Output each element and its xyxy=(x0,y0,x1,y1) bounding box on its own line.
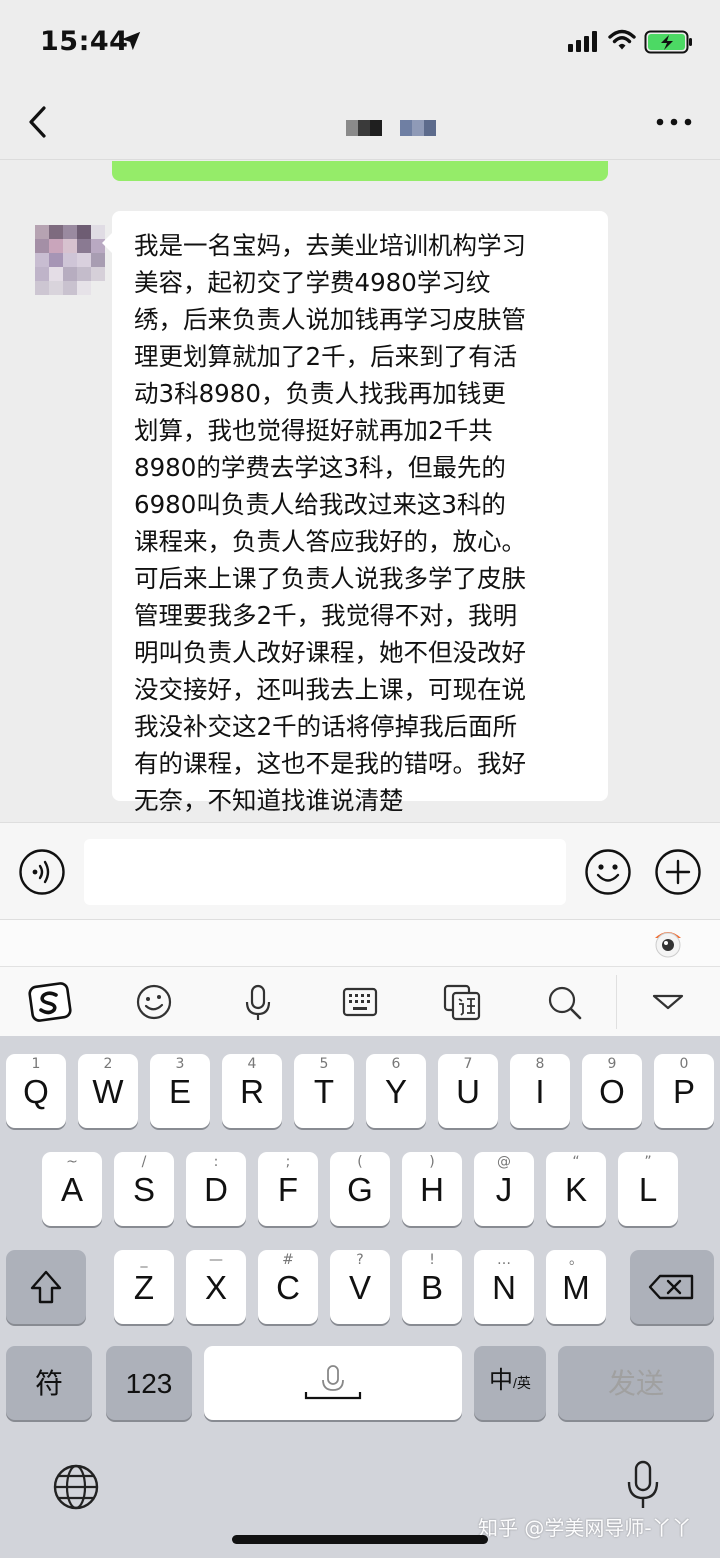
collapse-keyboard-icon[interactable] xyxy=(646,980,690,1024)
location-arrow-icon xyxy=(121,31,141,51)
symbols-key[interactable]: 符 xyxy=(6,1346,92,1420)
message-line: 绣，后来负责人说加钱再学习皮肤管 xyxy=(134,305,526,334)
key-g[interactable]: (G xyxy=(330,1152,390,1226)
key-v[interactable]: ? V xyxy=(330,1250,390,1324)
space-key[interactable] xyxy=(204,1346,462,1420)
space-mic-icon xyxy=(304,1365,362,1400)
keyboard-switch-icon[interactable] xyxy=(338,980,382,1024)
emoji-icon[interactable] xyxy=(584,848,632,896)
key-b[interactable]: ! B xyxy=(402,1250,462,1324)
message-line: 6980叫负责人给我改过来这3科的 xyxy=(134,490,506,519)
message-line: 划算，我也觉得挺好就再加2千共 xyxy=(134,416,493,445)
key-r[interactable]: 4R xyxy=(222,1054,282,1128)
ime-suggestion-strip xyxy=(0,920,720,966)
search-icon[interactable] xyxy=(542,980,586,1024)
message-line: 课程来，负责人答应我好的，放心。 xyxy=(134,527,526,556)
message-text-input[interactable] xyxy=(84,839,566,905)
received-message-bubble[interactable]: 我是一名宝妈，去美业培训机构学习 美容，起初交了学费4980学习纹 绣，后来负责… xyxy=(102,211,608,815)
delete-key[interactable] xyxy=(630,1250,714,1324)
emoji-face-icon[interactable] xyxy=(132,980,176,1024)
key-u[interactable]: 7U xyxy=(438,1054,498,1128)
more-options-icon[interactable] xyxy=(654,110,694,134)
message-line: 8980的学费去学这3科，但最先的 xyxy=(134,453,506,482)
translate-icon[interactable] xyxy=(440,980,484,1024)
microphone-icon[interactable] xyxy=(236,980,280,1024)
message-line: 我是一名宝妈，去美业培训机构学习 xyxy=(134,231,526,260)
key-t[interactable]: 5T xyxy=(294,1054,354,1128)
chat-message-list[interactable]: 我是一名宝妈，去美业培训机构学习 美容，起初交了学费4980学习纹 绣，后来负责… xyxy=(0,161,720,821)
key-z[interactable]: _ Z xyxy=(114,1250,174,1324)
key-m[interactable]: 。 M xyxy=(546,1250,606,1324)
key-k[interactable]: “K xyxy=(546,1152,606,1226)
ime-mascot-icon[interactable] xyxy=(650,924,686,960)
key-i[interactable]: 8I xyxy=(510,1054,570,1128)
shift-arrow-icon xyxy=(30,1270,62,1304)
message-line: 管理要我多2千，我觉得不对，我明 xyxy=(134,601,518,630)
zhihu-watermark: 知乎 @学美网导师-丫丫 xyxy=(478,1516,692,1540)
status-time: 15:44 xyxy=(40,26,129,57)
back-chevron-icon[interactable] xyxy=(24,104,54,140)
message-line: 无奈，不知道找谁说清楚 xyxy=(134,786,404,815)
key-c[interactable]: # C xyxy=(258,1250,318,1324)
cellular-signal-icon xyxy=(568,30,597,52)
status-bar: 15:44 xyxy=(0,0,720,88)
contact-name-pixelated xyxy=(346,120,436,136)
message-line: 动3科8980，负责人找我再加钱更 xyxy=(134,379,506,408)
message-input-bar xyxy=(0,822,720,920)
send-key[interactable]: 发送 xyxy=(558,1346,714,1420)
key-x[interactable]: — X xyxy=(186,1250,246,1324)
message-line: 我没补交这2千的话将停掉我后面所 xyxy=(134,712,518,741)
message-line: 可后来上课了负责人说我多学了皮肤 xyxy=(134,564,526,593)
key-d[interactable]: :D xyxy=(186,1152,246,1226)
numbers-key[interactable]: 123 xyxy=(106,1346,192,1420)
key-h[interactable]: ) H xyxy=(402,1152,462,1226)
key-f[interactable]: ; F xyxy=(258,1152,318,1226)
message-line: 明叫负责人改好课程，她不但没改好 xyxy=(134,638,526,667)
message-line: 有的课程，这也不是我的错呀。我好 xyxy=(134,749,526,778)
chat-nav-bar xyxy=(0,88,720,160)
key-w[interactable]: 2W xyxy=(78,1054,138,1128)
wifi-icon xyxy=(608,29,636,50)
home-indicator[interactable] xyxy=(232,1535,488,1544)
key-o[interactable]: 9O xyxy=(582,1054,642,1128)
dictation-mic-icon[interactable] xyxy=(626,1460,660,1512)
ime-toolbar xyxy=(0,966,720,1036)
key-a[interactable]: ~ A xyxy=(42,1152,102,1226)
key-p[interactable]: 0P xyxy=(654,1054,714,1128)
globe-icon[interactable] xyxy=(52,1463,100,1511)
toolbar-divider xyxy=(616,975,617,1029)
keyboard: 1Q 2W 3E 4R 5T 6Y 7U 8I 9O 0P ~ A / S :D ;… xyxy=(0,1036,720,1558)
language-switch-key[interactable]: 中/英 xyxy=(474,1346,546,1420)
key-y[interactable]: 6Y xyxy=(366,1054,426,1128)
key-n[interactable]: … N xyxy=(474,1250,534,1324)
key-l[interactable]: ” L xyxy=(618,1152,678,1226)
message-line: 美容，起初交了学费4980学习纹 xyxy=(134,268,491,297)
backspace-icon xyxy=(648,1274,694,1300)
battery-charging-icon xyxy=(644,30,692,54)
sogou-logo-icon[interactable] xyxy=(28,980,72,1024)
key-q[interactable]: 1Q xyxy=(6,1054,66,1128)
key-e[interactable]: 3E xyxy=(150,1054,210,1128)
key-j[interactable]: @ J xyxy=(474,1152,534,1226)
shift-key[interactable] xyxy=(6,1250,86,1324)
key-s[interactable]: / S xyxy=(114,1152,174,1226)
plus-more-icon[interactable] xyxy=(654,848,702,896)
sent-message-bubble[interactable] xyxy=(112,161,608,181)
voice-input-icon[interactable] xyxy=(18,848,66,896)
message-line: 理更划算就加了2千，后来到了有活 xyxy=(134,342,518,371)
message-line: 没交接好，还叫我去上课，可现在说 xyxy=(134,675,526,704)
contact-avatar[interactable] xyxy=(35,225,105,295)
